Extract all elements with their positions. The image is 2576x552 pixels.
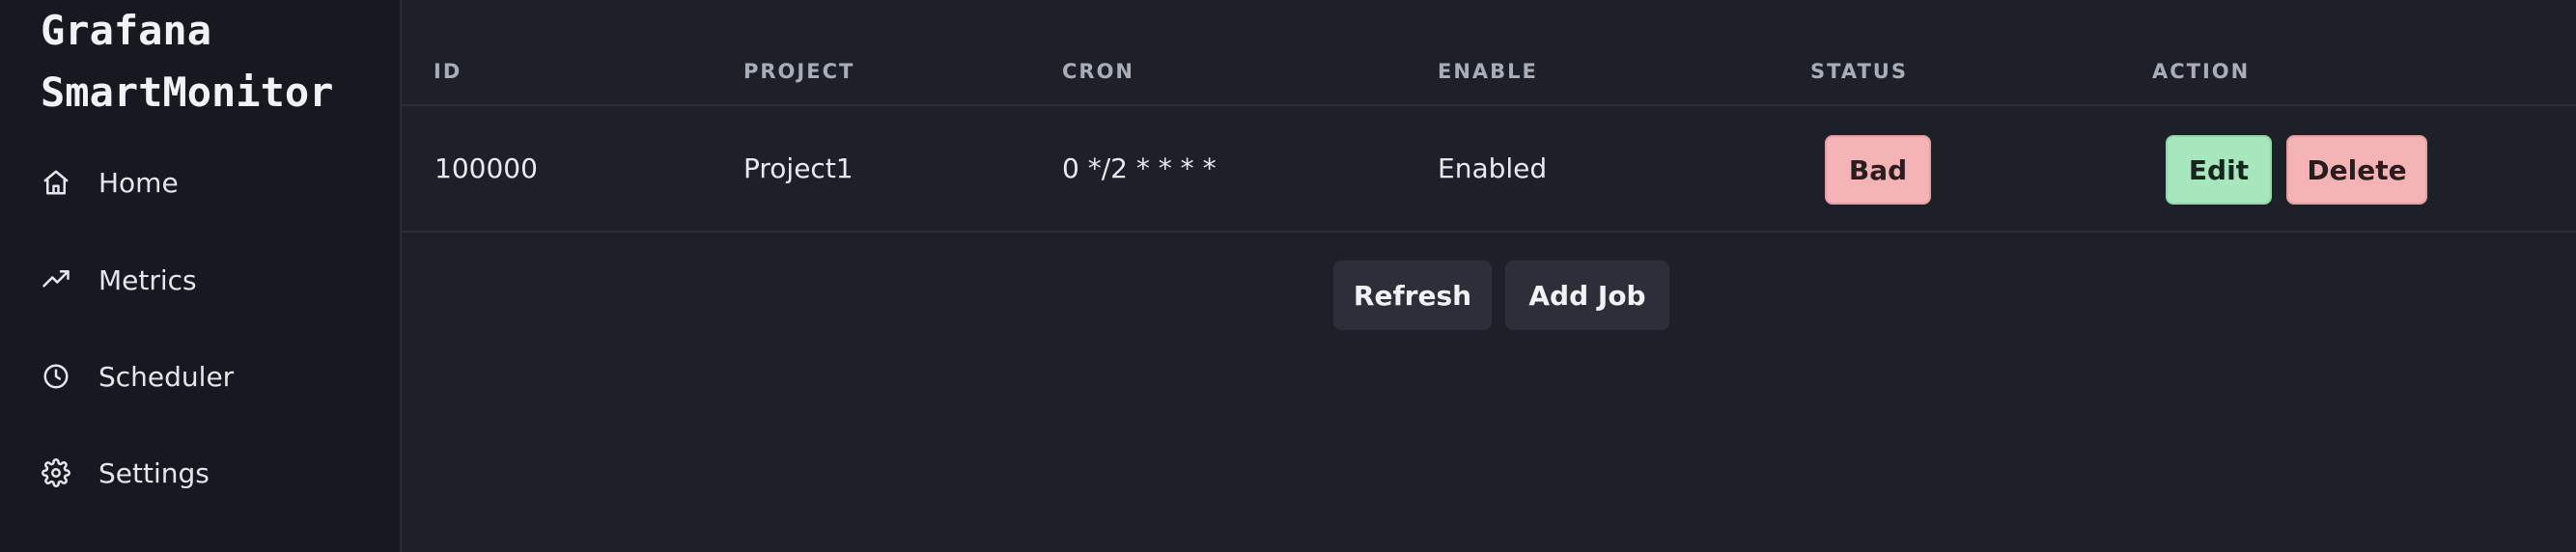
clock-icon bbox=[41, 361, 71, 392]
sidebar-item-label: Metrics bbox=[98, 263, 197, 296]
sidebar-item-metrics[interactable]: Metrics bbox=[41, 251, 378, 309]
brand-title: Grafana SmartMonitor bbox=[41, 0, 388, 124]
table-header: ID PROJECT CRON ENABLE STATUS ACTION bbox=[402, 35, 2576, 106]
sidebar-item-label: Scheduler bbox=[98, 360, 235, 393]
sidebar-item-label: Home bbox=[98, 166, 179, 199]
cell-project: Project1 bbox=[743, 152, 854, 184]
delete-button[interactable]: Delete bbox=[2286, 135, 2427, 205]
column-header-project: PROJECT bbox=[743, 60, 855, 83]
cell-enable: Enabled bbox=[1438, 152, 1548, 184]
cell-id: 100000 bbox=[434, 152, 538, 184]
brand-line-1: Grafana bbox=[41, 7, 212, 54]
status-badge: Bad bbox=[1825, 135, 1931, 205]
edit-button[interactable]: Edit bbox=[2166, 135, 2272, 205]
cell-cron: 0 */2 * * * * bbox=[1062, 152, 1217, 184]
column-header-cron: CRON bbox=[1062, 60, 1135, 83]
column-header-enable: ENABLE bbox=[1438, 60, 1538, 83]
sidebar-item-label: Settings bbox=[98, 456, 210, 489]
trending-up-icon bbox=[41, 264, 71, 295]
sidebar-item-settings[interactable]: Settings bbox=[41, 444, 378, 502]
sidebar-item-home[interactable]: Home bbox=[41, 153, 378, 211]
app-window: Grafana SmartMonitor Home Metrics Schedu… bbox=[0, 0, 2576, 552]
home-icon bbox=[41, 167, 71, 198]
table-row: 100000 Project1 0 */2 * * * * Enabled Ba… bbox=[402, 106, 2576, 233]
column-header-status: STATUS bbox=[1810, 60, 1908, 83]
brand-line-2: SmartMonitor bbox=[41, 69, 334, 116]
gear-icon bbox=[41, 457, 71, 488]
column-header-action: ACTION bbox=[2152, 60, 2251, 83]
sidebar: Grafana SmartMonitor Home Metrics Schedu… bbox=[0, 0, 402, 552]
sidebar-item-scheduler[interactable]: Scheduler bbox=[41, 347, 378, 405]
refresh-button[interactable]: Refresh bbox=[1333, 261, 1492, 330]
main-content: ID PROJECT CRON ENABLE STATUS ACTION 100… bbox=[402, 0, 2576, 552]
column-header-id: ID bbox=[434, 60, 462, 83]
add-job-button[interactable]: Add Job bbox=[1505, 261, 1669, 330]
